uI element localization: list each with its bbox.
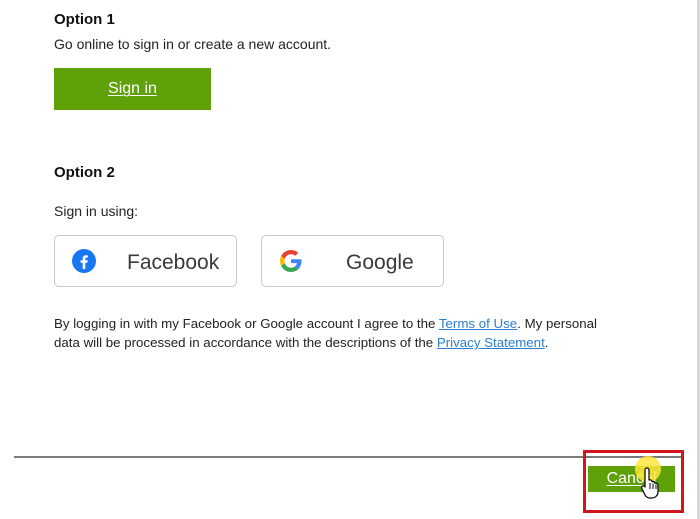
footer-divider	[14, 456, 682, 458]
facebook-icon	[72, 249, 96, 273]
facebook-label: Facebook	[127, 251, 220, 274]
option1-description: Go online to sign in or create a new acc…	[54, 36, 332, 52]
sign-in-label: Sign in	[108, 80, 157, 97]
privacy-statement-link[interactable]: Privacy Statement	[437, 335, 545, 350]
terms-of-use-link[interactable]: Terms of Use	[439, 316, 517, 331]
facebook-signin-button[interactable]: Facebook	[54, 235, 237, 287]
option1-heading: Option 1	[54, 11, 115, 28]
sign-in-button[interactable]: Sign in	[54, 68, 211, 110]
google-label: Google	[346, 251, 414, 274]
google-signin-button[interactable]: Google	[261, 235, 444, 287]
legal-text-before: By logging in with my Facebook or Google…	[54, 316, 439, 331]
google-icon	[280, 250, 302, 272]
option2-description: Sign in using:	[54, 203, 139, 219]
legal-text-after: .	[544, 335, 549, 350]
hand-cursor-icon	[640, 467, 659, 499]
legal-disclaimer: By logging in with my Facebook or Google…	[54, 314, 614, 352]
option2-heading: Option 2	[54, 164, 115, 181]
